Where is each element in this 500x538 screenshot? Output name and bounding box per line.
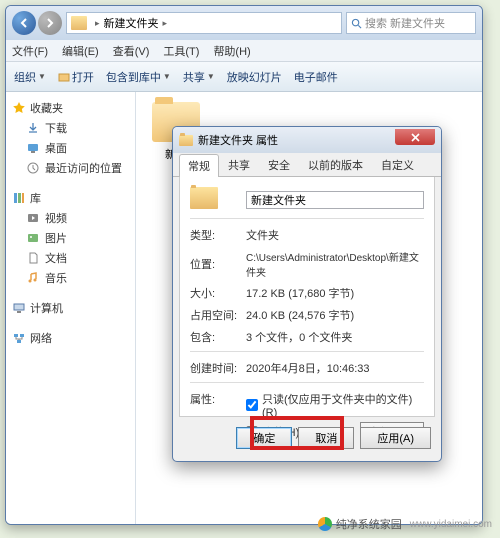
type-value: 文件夹 xyxy=(246,227,424,243)
forward-button[interactable] xyxy=(38,11,62,35)
ok-button[interactable]: 确定 xyxy=(236,427,292,449)
disk-label: 占用空间: xyxy=(190,307,246,323)
dialog-body: 类型:文件夹 位置:C:\Users\Administrator\Desktop… xyxy=(179,177,435,417)
location-value: C:\Users\Administrator\Desktop\新建文件夹 xyxy=(246,249,424,279)
sidebar-computer[interactable]: 计算机 xyxy=(10,298,131,318)
contains-label: 包含: xyxy=(190,329,246,345)
sidebar-item-recent[interactable]: 最近访问的位置 xyxy=(10,158,131,178)
close-icon xyxy=(411,133,420,142)
sidebar-item-pictures[interactable]: 图片 xyxy=(10,228,131,248)
sidebar-item-documents[interactable]: 文档 xyxy=(10,248,131,268)
star-icon xyxy=(12,101,26,115)
back-button[interactable] xyxy=(12,11,36,35)
created-label: 创建时间: xyxy=(190,360,246,376)
close-button[interactable] xyxy=(395,129,435,145)
document-icon xyxy=(26,251,40,265)
watermark: 纯净系统家园 www.yidaimei.com xyxy=(318,516,492,532)
attrs-label: 属性: xyxy=(190,391,246,407)
search-icon xyxy=(351,18,362,29)
tab-customize[interactable]: 自定义 xyxy=(372,153,423,176)
picture-icon xyxy=(26,231,40,245)
sidebar-item-videos[interactable]: 视频 xyxy=(10,208,131,228)
network-icon xyxy=(12,331,26,345)
breadcrumb[interactable]: ▸ 新建文件夹 ▸ xyxy=(66,12,342,34)
folder-icon xyxy=(71,16,87,30)
music-icon xyxy=(26,271,40,285)
menu-tools[interactable]: 工具(T) xyxy=(163,43,199,59)
dialog-title: 新建文件夹 属性 xyxy=(198,132,278,148)
type-label: 类型: xyxy=(190,227,246,243)
folder-icon xyxy=(179,135,193,146)
video-icon xyxy=(26,211,40,225)
tab-previous[interactable]: 以前的版本 xyxy=(299,153,372,176)
menu-edit[interactable]: 编辑(E) xyxy=(62,43,99,59)
open-icon xyxy=(58,71,70,83)
tb-include[interactable]: 包含到库中▼ xyxy=(106,69,171,85)
tb-slideshow[interactable]: 放映幻灯片 xyxy=(227,69,282,85)
tb-open[interactable]: 打开 xyxy=(58,69,94,85)
computer-icon xyxy=(12,301,26,315)
menu-view[interactable]: 查看(V) xyxy=(113,43,150,59)
name-input[interactable] xyxy=(246,191,424,209)
sidebar-item-music[interactable]: 音乐 xyxy=(10,268,131,288)
sidebar-network[interactable]: 网络 xyxy=(10,328,131,348)
properties-dialog: 新建文件夹 属性 常规 共享 安全 以前的版本 自定义 类型:文件夹 位置:C:… xyxy=(172,126,442,462)
tb-share[interactable]: 共享▼ xyxy=(183,69,215,85)
menu-file[interactable]: 文件(F) xyxy=(12,43,48,59)
breadcrumb-item: 新建文件夹 xyxy=(104,15,159,31)
sidebar: 收藏夹 下载 桌面 最近访问的位置 库 视频 图片 文档 音乐 计算机 xyxy=(6,92,136,524)
recent-icon xyxy=(26,161,40,175)
tb-organize[interactable]: 组织▼ xyxy=(14,69,46,85)
cancel-button[interactable]: 取消 xyxy=(298,427,354,449)
size-value: 17.2 KB (17,680 字节) xyxy=(246,285,424,301)
download-icon xyxy=(26,121,40,135)
tab-security[interactable]: 安全 xyxy=(259,153,299,176)
logo-icon xyxy=(318,517,332,531)
readonly-label: 只读(仅应用于文件夹中的文件)(R) xyxy=(262,391,424,419)
toolbar: 组织▼ 打开 包含到库中▼ 共享▼ 放映幻灯片 电子邮件 xyxy=(6,62,482,92)
readonly-checkbox[interactable] xyxy=(246,399,258,411)
contains-value: 3 个文件，0 个文件夹 xyxy=(246,329,424,345)
tab-sharing[interactable]: 共享 xyxy=(219,153,259,176)
watermark-text: 纯净系统家园 xyxy=(336,516,402,532)
nav-bar: ▸ 新建文件夹 ▸ 搜索 新建文件夹 xyxy=(6,6,482,40)
disk-value: 24.0 KB (24,576 字节) xyxy=(246,307,424,323)
location-label: 位置: xyxy=(190,256,246,272)
menubar: 文件(F) 编辑(E) 查看(V) 工具(T) 帮助(H) xyxy=(6,40,482,62)
dialog-buttons: 确定 取消 应用(A) xyxy=(173,423,441,457)
dialog-titlebar[interactable]: 新建文件夹 属性 xyxy=(173,127,441,153)
sidebar-libraries[interactable]: 库 xyxy=(10,188,131,208)
menu-help[interactable]: 帮助(H) xyxy=(213,43,250,59)
sidebar-item-desktop[interactable]: 桌面 xyxy=(10,138,131,158)
library-icon xyxy=(12,191,26,205)
desktop-icon xyxy=(26,141,40,155)
sidebar-favorites[interactable]: 收藏夹 xyxy=(10,98,131,118)
dialog-tabs: 常规 共享 安全 以前的版本 自定义 xyxy=(173,153,441,177)
size-label: 大小: xyxy=(190,285,246,301)
tb-email[interactable]: 电子邮件 xyxy=(294,69,338,85)
folder-icon xyxy=(190,187,218,209)
created-value: 2020年4月8日，10:46:33 xyxy=(246,360,424,376)
sidebar-item-downloads[interactable]: 下载 xyxy=(10,118,131,138)
search-input[interactable]: 搜索 新建文件夹 xyxy=(346,12,476,34)
watermark-url: www.yidaimei.com xyxy=(410,519,492,530)
tab-general[interactable]: 常规 xyxy=(179,154,219,177)
apply-button[interactable]: 应用(A) xyxy=(360,427,431,449)
